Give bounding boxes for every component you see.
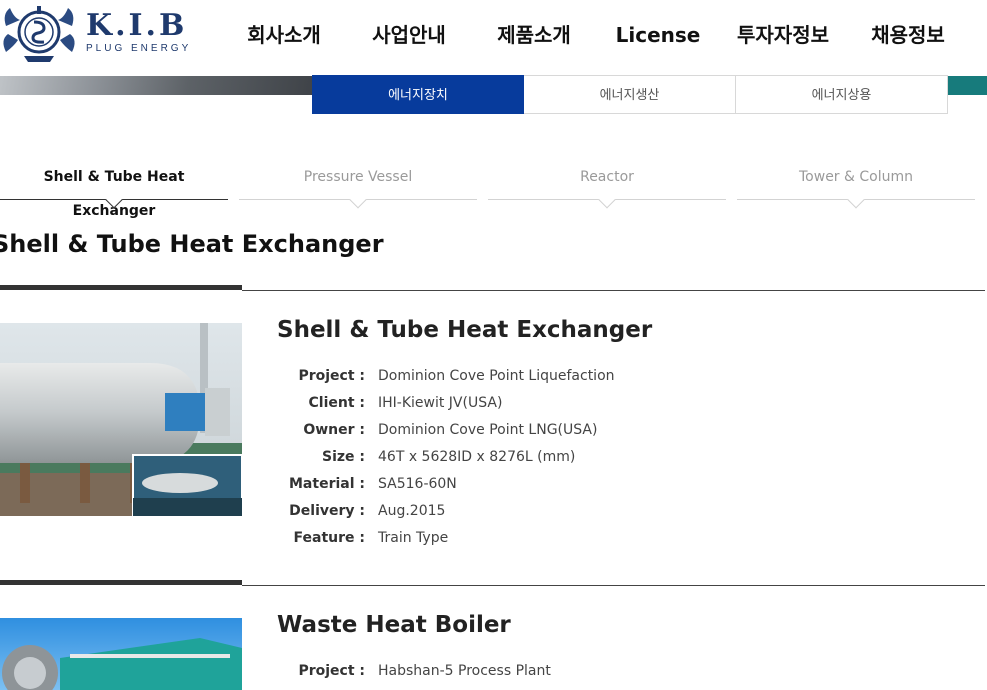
subnav-energy-equipment[interactable]: 에너지장치: [312, 75, 524, 114]
spec-label: Size :: [322, 449, 365, 465]
nav-company[interactable]: 회사소개: [220, 18, 348, 52]
logo[interactable]: K.I.B PLUG ENERGY: [0, 0, 191, 64]
tab-reactor[interactable]: Reactor: [488, 160, 726, 209]
spec-value: Dominion Cove Point LNG(USA): [378, 422, 598, 438]
tab-label: Reactor: [580, 169, 634, 185]
spec-row: Project : Dominion Cove Point Liquefacti…: [277, 365, 877, 392]
nav-products[interactable]: 제품소개: [470, 18, 598, 52]
nav-license[interactable]: License: [598, 18, 718, 52]
spec-row: Delivery : Aug.2015: [277, 500, 877, 527]
spec-label: Delivery :: [289, 503, 365, 519]
spec-value: Train Type: [378, 530, 449, 546]
logo-tagline: PLUG ENERGY: [86, 42, 192, 54]
divider: [242, 585, 985, 586]
product-title: Waste Heat Boiler: [277, 612, 511, 638]
main-nav: 회사소개 사업안내 제품소개 License 투자자정보 채용정보: [220, 18, 968, 52]
spec-value: Dominion Cove Point Liquefaction: [378, 368, 615, 384]
spec-value: SA516-60N: [378, 476, 457, 492]
logo-emblem-icon: [3, 6, 75, 62]
nav-investor[interactable]: 투자자정보: [718, 18, 848, 52]
banner-image: [0, 76, 312, 95]
tab-tower-column[interactable]: Tower & Column: [737, 160, 975, 209]
spec-label: Project :: [298, 663, 365, 679]
spec-list: Project : Dominion Cove Point Liquefacti…: [277, 365, 877, 554]
spec-row: Project : Habshan-5 Process Plant: [277, 660, 877, 687]
tab-label: Tower & Column: [799, 169, 913, 185]
product-title: Shell & Tube Heat Exchanger: [277, 317, 653, 343]
caret-down-icon: [847, 191, 865, 209]
banner-image-right: [947, 76, 987, 95]
spec-label: Owner :: [303, 422, 365, 438]
divider: [242, 290, 985, 291]
divider: [0, 285, 242, 290]
spec-value: Aug.2015: [378, 503, 446, 519]
tab-shell-tube[interactable]: Shell & Tube Heat Exchanger: [0, 160, 228, 219]
spec-row: Owner : Dominion Cove Point LNG(USA): [277, 419, 877, 446]
category-tabs: Shell & Tube Heat Exchanger Pressure Ves…: [0, 160, 987, 219]
product-photo: [0, 618, 242, 690]
tab-pressure-vessel[interactable]: Pressure Vessel: [239, 160, 477, 209]
spec-row: Size : 46T x 5628ID x 8276L (mm): [277, 446, 877, 473]
nav-careers[interactable]: 채용정보: [848, 18, 968, 52]
spec-row: Material : SA516-60N: [277, 473, 877, 500]
logo-wordmark: K.I.B: [86, 7, 188, 43]
spec-list: Project : Habshan-5 Process Plant: [277, 660, 877, 687]
spec-value: IHI-Kiewit JV(USA): [378, 395, 503, 411]
spec-value: 46T x 5628ID x 8276L (mm): [378, 449, 576, 465]
subnav-energy-production[interactable]: 에너지생산: [524, 75, 736, 114]
site-header: K.I.B PLUG ENERGY 회사소개 사업안내 제품소개 License…: [0, 0, 987, 76]
sub-nav: 에너지장치 에너지생산 에너지상용: [312, 75, 948, 114]
spec-row: Feature : Train Type: [277, 527, 877, 554]
product-photo: [0, 323, 242, 516]
spec-label: Client :: [308, 395, 366, 411]
spec-row: Client : IHI-Kiewit JV(USA): [277, 392, 877, 419]
page-title: Shell & Tube Heat Exchanger: [0, 230, 384, 258]
tab-label: Pressure Vessel: [303, 169, 413, 185]
spec-label: Project :: [298, 368, 365, 384]
divider: [0, 580, 242, 585]
subnav-energy-commercial[interactable]: 에너지상용: [736, 75, 948, 114]
caret-down-icon: [349, 191, 367, 209]
caret-down-icon: [598, 191, 616, 209]
spec-value: Habshan-5 Process Plant: [378, 663, 551, 679]
spec-label: Feature :: [293, 530, 365, 546]
spec-label: Material :: [289, 476, 365, 492]
nav-business[interactable]: 사업안내: [348, 18, 470, 52]
